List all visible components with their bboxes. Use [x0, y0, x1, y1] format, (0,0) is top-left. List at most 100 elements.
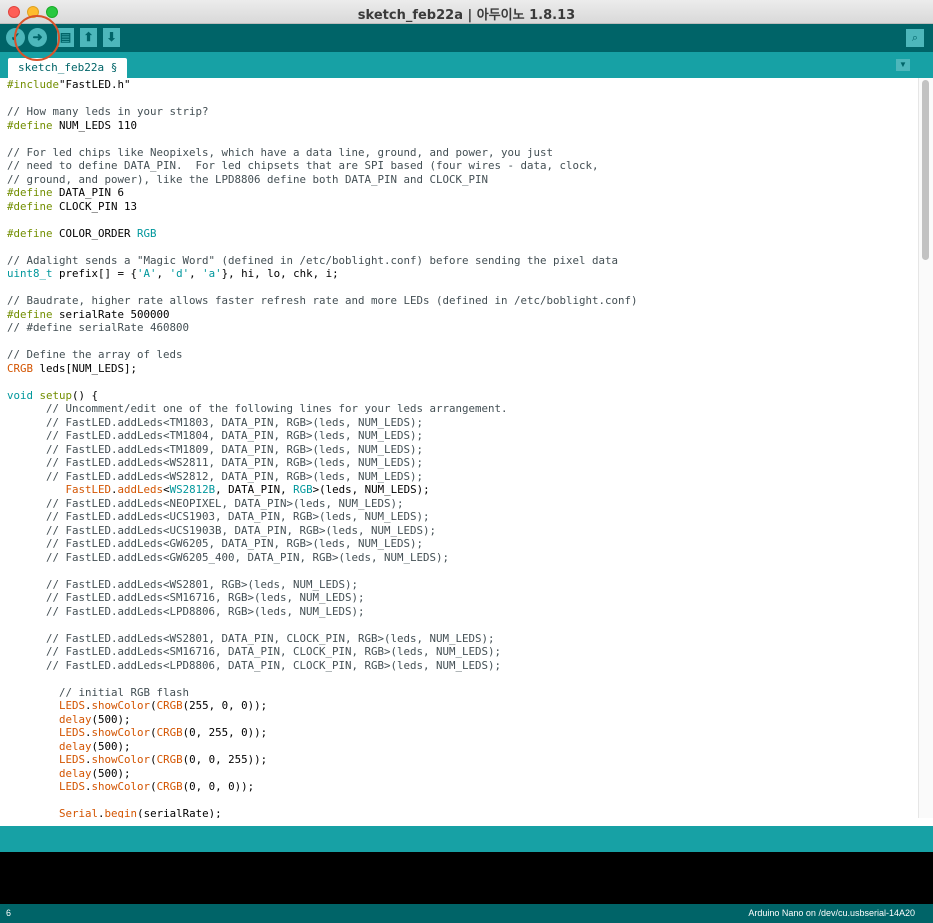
code-token: #define: [7, 186, 53, 199]
tab-sketch[interactable]: sketch_feb22a §: [8, 58, 128, 78]
code-token: ,: [156, 267, 170, 280]
tab-bar: sketch_feb22a § ▼: [0, 52, 933, 78]
save-sketch-button[interactable]: ⬇: [103, 28, 120, 47]
code-line: void setup() {: [7, 389, 918, 403]
code-line: // FastLED.addLeds<WS2811, DATA_PIN, RGB…: [7, 456, 918, 470]
code-line: // FastLED.addLeds<WS2801, DATA_PIN, CLO…: [7, 632, 918, 646]
open-sketch-button[interactable]: ⬆: [80, 28, 97, 47]
code-token: // FastLED.addLeds<WS2812, DATA_PIN, RGB…: [46, 469, 424, 483]
magnifier-icon: ⌕: [911, 32, 919, 44]
code-line: // FastLED.addLeds<TM1804, DATA_PIN, RGB…: [7, 429, 918, 443]
code-token: #define: [7, 307, 53, 321]
code-line: #define NUM_LEDS 110: [7, 119, 918, 133]
code-token: // Adalight sends a "Magic Word" (define…: [7, 253, 619, 267]
code-token: FastLED: [65, 483, 112, 496]
code-token: (0, 255, 0));: [182, 726, 268, 739]
code-line: delay(500);: [7, 767, 918, 781]
code-line: LEDS.showColor(CRGB(0, 0, 0));: [7, 780, 918, 794]
code-token: CRGB: [7, 361, 34, 375]
code-token: () {: [72, 388, 99, 402]
code-line: // How many leds in your strip?: [7, 105, 918, 119]
code-token: prefix[] = {: [52, 267, 138, 280]
tab-menu-button[interactable]: ▼: [896, 59, 910, 71]
code-line: // FastLED.addLeds<WS2801, RGB>(leds, NU…: [7, 578, 918, 592]
triangle-down-icon: ▼: [899, 60, 907, 69]
code-line: // FastLED.addLeds<SM16716, RGB>(leds, N…: [7, 591, 918, 605]
code-token: CRGB: [156, 780, 183, 793]
status-message-bar: [0, 826, 933, 852]
pane-divider[interactable]: [0, 818, 933, 826]
upload-highlight-circle: [14, 15, 60, 61]
code-token: (500);: [91, 712, 131, 726]
code-token: // FastLED.addLeds<LPD8806, DATA_PIN, CL…: [46, 658, 502, 672]
code-token: // #define serialRate 460800: [7, 321, 190, 334]
code-token: // FastLED.addLeds<GW6205_400, DATA_PIN,…: [46, 550, 450, 564]
serial-monitor-button[interactable]: ⌕: [906, 29, 924, 47]
code-token: // FastLED.addLeds<GW6205, DATA_PIN, RGB…: [46, 537, 424, 550]
code-line: // FastLED.addLeds<SM16716, DATA_PIN, CL…: [7, 645, 918, 659]
code-token: showColor: [91, 780, 151, 793]
code-token: // FastLED.addLeds<NEOPIXEL, DATA_PIN>(l…: [46, 496, 404, 510]
code-line: // FastLED.addLeds<NEOPIXEL, DATA_PIN>(l…: [7, 497, 918, 511]
code-line: // #define serialRate 460800: [7, 321, 918, 335]
code-token: >(leds, NUM_LEDS);: [312, 483, 430, 496]
code-token: // need to define DATA_PIN. For led chip…: [7, 159, 599, 172]
code-token: serialRate 500000: [52, 307, 170, 321]
code-token: (0, 0, 255));: [182, 753, 268, 766]
code-line: // Baudrate, higher rate allows faster r…: [7, 294, 918, 308]
code-token: // FastLED.addLeds<WS2811, DATA_PIN, RGB…: [46, 456, 424, 469]
code-token: LEDS: [59, 699, 86, 712]
code-token: begin: [104, 807, 138, 818]
code-line: uint8_t prefix[] = {'A', 'd', 'a'}, hi, …: [7, 267, 918, 281]
code-token: // FastLED.addLeds<SM16716, RGB>(leds, N…: [46, 591, 365, 604]
console-output[interactable]: [0, 852, 933, 904]
arrow-down-icon: ⬇: [106, 30, 117, 44]
code-line: // For led chips like Neopixels, which h…: [7, 146, 918, 160]
code-token: CLOCK_PIN 13: [52, 199, 138, 213]
code-token: // FastLED.addLeds<UCS1903B, DATA_PIN, R…: [46, 523, 437, 537]
code-token: // FastLED.addLeds<WS2801, RGB>(leds, NU…: [46, 577, 359, 591]
title-bar: sketch_feb22a | 아두이노 1.8.13: [0, 0, 933, 24]
code-line: // FastLED.addLeds<GW6205, DATA_PIN, RGB…: [7, 537, 918, 551]
code-line: // Adalight sends a "Magic Word" (define…: [7, 254, 918, 268]
code-editor[interactable]: #include"FastLED.h" // How many leds in …: [0, 78, 918, 818]
code-token: // How many leds in your strip?: [7, 105, 209, 118]
code-line: #define COLOR_ORDER RGB: [7, 227, 918, 241]
code-line: #define DATA_PIN 6: [7, 186, 918, 200]
code-line: FastLED.addLeds<WS2812B, DATA_PIN, RGB>(…: [7, 483, 918, 497]
code-line: // FastLED.addLeds<LPD8806, RGB>(leds, N…: [7, 605, 918, 619]
scrollbar-thumb[interactable]: [922, 80, 929, 260]
code-token: // ground, and power), like the LPD8806 …: [7, 172, 489, 186]
code-token: // Define the array of leds: [7, 348, 183, 361]
code-token: CRGB: [156, 726, 183, 739]
code-token: // Baudrate, higher rate allows faster r…: [7, 294, 638, 307]
code-token: DATA_PIN 6: [52, 186, 125, 199]
code-token: delay: [59, 766, 92, 780]
code-token: // FastLED.addLeds<LPD8806, RGB>(leds, N…: [46, 604, 365, 618]
code-line: // FastLED.addLeds<TM1809, DATA_PIN, RGB…: [7, 443, 918, 457]
code-line: // Uncomment/edit one of the following l…: [7, 402, 918, 416]
code-token: // FastLED.addLeds<SM16716, DATA_PIN, CL…: [46, 645, 502, 658]
editor-scrollbar[interactable]: [918, 78, 933, 818]
code-line: LEDS.showColor(CRGB(0, 255, 0));: [7, 726, 918, 740]
code-token: 'A': [137, 267, 157, 280]
code-line: // FastLED.addLeds<GW6205_400, DATA_PIN,…: [7, 551, 918, 565]
code-token: (500);: [91, 766, 131, 780]
code-line: #define serialRate 500000: [7, 308, 918, 322]
code-token: showColor: [91, 753, 151, 766]
toolbar: ✓ ➜ ▤ ⬆ ⬇ ⌕: [0, 24, 933, 52]
